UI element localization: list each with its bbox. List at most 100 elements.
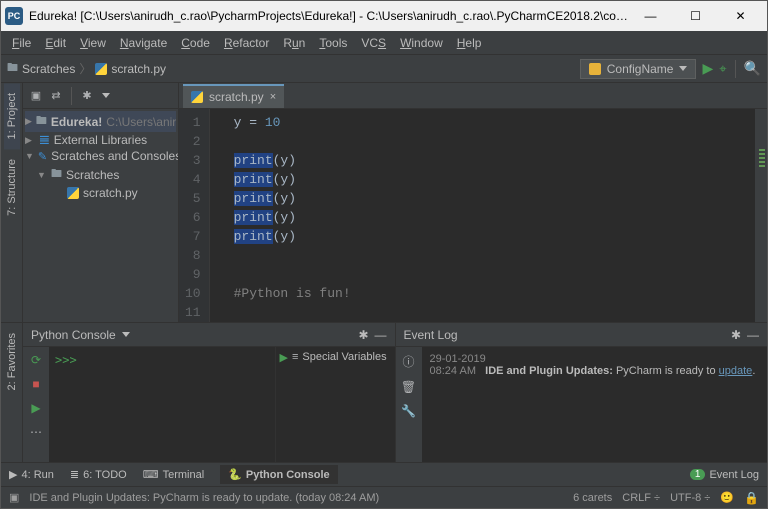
panel-ico-1[interactable]: ▣ <box>29 89 43 102</box>
left-side-tabs-lower: 2: Favorites <box>1 322 23 462</box>
main-area: 1: Project 7: Structure ▣ ⇄ ✱ ▶ 🖿 Edurek… <box>1 83 767 322</box>
scratches-consoles-label: Scratches and Consoles <box>51 149 178 163</box>
window-title: Edureka! [C:\Users\anirudh_c.rao\Pycharm… <box>29 9 628 23</box>
update-link[interactable]: update <box>719 365 753 377</box>
bottom-tool-windows: Python Console ✱ — ⟳ ■ ▶ ⋯ >>> ▶ ≡ <box>23 322 767 462</box>
search-icon[interactable]: 🔍 <box>744 60 761 77</box>
run-button[interactable]: ▶ <box>702 60 713 77</box>
variables-panel[interactable]: ▶ ≡ Special Variables <box>275 347 395 462</box>
info-icon[interactable]: ⓘ <box>402 353 414 370</box>
chevron-down-icon <box>679 66 687 71</box>
editor-tabs: scratch.py × <box>179 83 767 109</box>
console-title: Python Console <box>31 328 116 342</box>
close-tab-icon[interactable]: × <box>270 91 276 103</box>
side-tab-structure[interactable]: 7: Structure <box>4 149 20 226</box>
gear-icon[interactable]: ✱ <box>80 89 94 102</box>
minimize-button[interactable]: — <box>628 2 673 30</box>
folder-icon: 🖿 <box>51 165 62 184</box>
python-file-icon <box>191 91 203 103</box>
nav-bar: 🖿 Scratches 〉 scratch.py ConfigName ▶ ⌖ … <box>1 55 767 83</box>
python-icon <box>589 63 601 75</box>
more-icon[interactable]: ⋯ <box>30 425 42 439</box>
menu-vcs[interactable]: VCS <box>354 34 393 52</box>
file-label: scratch.py <box>83 186 138 200</box>
panel-ico-2[interactable]: ⇄ <box>49 89 63 102</box>
event-time: 08:24 AM <box>430 365 476 377</box>
run-icon[interactable]: ▶ <box>280 351 288 364</box>
status-hector-icon[interactable]: 🙂 <box>720 491 734 504</box>
menu-edit[interactable]: Edit <box>38 34 73 52</box>
bottom-tool-stripe: ▶ 4: Run ≣ 6: TODO ⌨ Terminal 🐍 Python C… <box>1 462 767 486</box>
run-config-name: ConfigName <box>607 62 674 76</box>
run-icon[interactable]: ▶ <box>31 401 40 415</box>
gear-icon[interactable]: ✱ <box>731 328 741 342</box>
side-tab-favorites[interactable]: 2: Favorites <box>4 323 20 400</box>
breadcrumb: 🖿 Scratches 〉 scratch.py <box>7 59 580 78</box>
breadcrumb-file[interactable]: scratch.py <box>111 62 166 76</box>
debug-button[interactable]: ⌖ <box>719 61 726 77</box>
code-body[interactable]: y = 10 print(y) print(y) print(y) print(… <box>210 109 755 322</box>
tree-external-libs: ▶ 𝌆 External Libraries <box>25 132 176 148</box>
eventlog-content[interactable]: 29-01-2019 08:24 AM IDE and Plugin Updat… <box>422 347 768 462</box>
menu-file[interactable]: File <box>5 34 38 52</box>
gear-icon[interactable]: ✱ <box>358 328 368 342</box>
event-date: 29-01-2019 <box>430 353 760 365</box>
tree-file-scratch: ▼ scratch.py <box>25 185 176 201</box>
project-tree[interactable]: ▶ 🖿 Edureka! C:\Users\anir ▶ 𝌆 External … <box>23 109 178 203</box>
chevron-down-icon[interactable]: ▼ <box>37 170 47 180</box>
tree-project-root: ▶ 🖿 Edureka! C:\Users\anir <box>25 111 176 132</box>
editor-tab-scratch[interactable]: scratch.py × <box>183 84 284 108</box>
event-msg: PyCharm is ready to <box>616 365 719 377</box>
breadcrumb-root[interactable]: Scratches <box>22 62 75 76</box>
menu-refactor[interactable]: Refactor <box>217 34 276 52</box>
lock-icon[interactable]: 🔒 <box>744 491 759 505</box>
status-bar: ▣ IDE and Plugin Updates: PyCharm is rea… <box>1 486 767 508</box>
scratches-label: Scratches <box>66 168 119 182</box>
status-lineending[interactable]: CRLF ÷ <box>622 492 660 504</box>
chevron-down-icon[interactable]: ▼ <box>25 151 34 161</box>
eventlog-title: Event Log <box>404 328 458 342</box>
side-tab-project[interactable]: 1: Project <box>4 83 20 149</box>
status-message: IDE and Plugin Updates: PyCharm is ready… <box>29 492 379 504</box>
title-bar: PC Edureka! [C:\Users\anirudh_c.rao\Pych… <box>1 1 767 31</box>
menu-view[interactable]: View <box>73 34 113 52</box>
toolbar-right: ConfigName ▶ ⌖ 🔍 <box>580 59 761 79</box>
rerun-icon[interactable]: ⟳ <box>31 353 41 367</box>
console-output[interactable]: >>> <box>49 347 275 462</box>
special-vars-label: Special Variables <box>302 351 386 363</box>
run-config-combo[interactable]: ConfigName <box>580 59 697 79</box>
tree-scratches: ▼ 🖿 Scratches <box>25 164 176 185</box>
tool-python-console[interactable]: 🐍 Python Console <box>220 465 337 484</box>
event-log-panel: Event Log ✱ — ⓘ 🗑 🔧 29-01-2019 08:24 AM … <box>396 323 768 462</box>
tool-run[interactable]: ▶ 4: Run <box>9 468 54 481</box>
console-prompt: >>> <box>55 353 77 367</box>
tab-label: scratch.py <box>209 90 264 104</box>
tool-event-log[interactable]: 1 Event Log <box>690 469 759 481</box>
menu-window[interactable]: Window <box>393 34 450 52</box>
chevron-right-icon[interactable]: ▶ <box>25 116 32 127</box>
tool-todo[interactable]: ≣ 6: TODO <box>70 468 127 481</box>
hide-panel-icon[interactable]: — <box>747 328 759 342</box>
status-encoding[interactable]: UTF-8 ÷ <box>670 492 710 504</box>
library-icon: 𝌆 <box>39 133 50 147</box>
menu-code[interactable]: Code <box>174 34 217 52</box>
maximize-button[interactable]: ☐ <box>673 2 718 30</box>
menu-run[interactable]: Run <box>276 34 312 52</box>
tool-terminal[interactable]: ⌨ Terminal <box>143 468 204 481</box>
menu-tools[interactable]: Tools <box>312 34 354 52</box>
menu-help[interactable]: Help <box>450 34 489 52</box>
close-button[interactable]: ✕ <box>718 2 763 30</box>
chevron-right-icon[interactable]: ▶ <box>25 135 35 146</box>
scratches-icon: ✎ <box>38 150 47 163</box>
menu-navigate[interactable]: Navigate <box>113 34 174 52</box>
stop-icon[interactable]: ■ <box>32 377 39 391</box>
trash-icon[interactable]: 🗑 <box>401 380 416 394</box>
chevron-down-icon[interactable] <box>102 93 110 98</box>
chevron-down-icon[interactable] <box>122 332 130 337</box>
status-window-icon[interactable]: ▣ <box>9 491 19 504</box>
tree-scratches-consoles: ▼ ✎ Scratches and Consoles <box>25 148 176 164</box>
eventlog-badge: 1 <box>690 469 706 480</box>
wrench-icon[interactable]: 🔧 <box>401 404 416 418</box>
hide-panel-icon[interactable]: — <box>375 328 387 342</box>
code-editor[interactable]: 123 456 789 101112 y = 10 print(y) print… <box>179 109 767 322</box>
